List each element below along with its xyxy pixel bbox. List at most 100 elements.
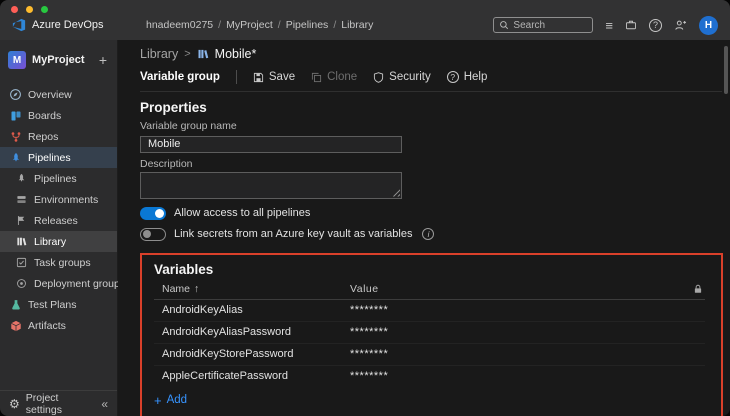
- help-icon[interactable]: ?: [649, 18, 662, 32]
- add-user-icon[interactable]: [674, 19, 687, 32]
- sidebar-item-library[interactable]: Library: [0, 231, 117, 252]
- table-row[interactable]: AndroidKeyStorePassword ********: [154, 344, 705, 366]
- flag-icon: [15, 214, 28, 227]
- sidebar-item-overview[interactable]: Overview: [0, 84, 117, 105]
- sidebar-item-artifacts[interactable]: Artifacts: [0, 315, 117, 336]
- window-controls: [11, 6, 48, 13]
- top-bar: Azure DevOps hnadeem0275 / MyProject / P…: [0, 0, 730, 40]
- sidebar-item-label: Pipelines: [28, 151, 71, 164]
- column-header-value[interactable]: Value: [350, 283, 683, 295]
- sidebar-item-task-groups[interactable]: Task groups: [0, 252, 117, 273]
- sidebar-item-label: Releases: [34, 214, 78, 227]
- compass-icon: [9, 88, 22, 101]
- link-secrets-toggle[interactable]: [140, 227, 166, 241]
- branch-icon: [9, 130, 22, 143]
- toolbar-divider: [235, 70, 237, 84]
- project-avatar: M: [8, 51, 26, 69]
- scrollbar-thumb[interactable]: [724, 46, 728, 94]
- column-header-name[interactable]: Name ↑: [154, 283, 350, 295]
- azure-devops-home-link[interactable]: Azure DevOps: [0, 18, 130, 32]
- variable-group-name-input[interactable]: [140, 135, 402, 153]
- briefcase-icon[interactable]: [625, 19, 637, 31]
- lock-icon: [683, 284, 705, 294]
- header-row: Azure DevOps hnadeem0275 / MyProject / P…: [0, 13, 730, 37]
- description-field: [140, 171, 402, 199]
- project-settings-link[interactable]: Project settings: [26, 392, 96, 416]
- rocket-icon: [9, 151, 22, 164]
- sidebar-item-test-plans[interactable]: Test Plans: [0, 294, 117, 315]
- sidebar-item-deployment-groups[interactable]: Deployment groups: [0, 273, 125, 294]
- checklist-icon: [15, 256, 28, 269]
- sidebar-item-pipelines[interactable]: Pipelines: [0, 168, 117, 189]
- variables-heading: Variables: [154, 261, 214, 277]
- clone-button[interactable]: Clone: [311, 71, 357, 83]
- security-button[interactable]: Security: [373, 71, 431, 83]
- variables-table: Name ↑ Value AndroidKeyAlias ******** An…: [154, 280, 705, 387]
- variable-value: ********: [350, 304, 389, 316]
- sidebar-nav: Overview Boards Repos Pipelines Pipeline…: [0, 84, 125, 336]
- annotation-highlight: Variables Name ↑ Value AndroidKeyAlias *…: [140, 252, 723, 416]
- save-button[interactable]: Save: [253, 71, 295, 83]
- minimize-window-button[interactable]: [26, 6, 33, 13]
- tab-variable-group[interactable]: Variable group: [140, 71, 220, 83]
- sidebar-item-label: Task groups: [34, 256, 91, 269]
- user-avatar[interactable]: H: [699, 15, 718, 35]
- variable-name: AndroidKeyAlias: [162, 304, 243, 316]
- allow-access-label: Allow access to all pipelines: [174, 207, 311, 219]
- add-project-icon[interactable]: +: [99, 52, 109, 68]
- breadcrumb-project[interactable]: MyProject: [226, 19, 273, 31]
- description-label: Description: [140, 157, 193, 170]
- save-icon: [253, 72, 264, 83]
- sidebar-footer: ⚙ Project settings «: [0, 390, 117, 416]
- link-secrets-label: Link secrets from an Azure key vault as …: [174, 228, 413, 240]
- boards-icon: [9, 109, 22, 122]
- sidebar-item-pipelines-section[interactable]: Pipelines: [0, 147, 117, 168]
- sidebar-item-boards[interactable]: Boards: [0, 105, 117, 126]
- page-breadcrumb: Library > Mobile*: [140, 47, 257, 61]
- close-window-button[interactable]: [11, 6, 18, 13]
- sidebar-item-label: Test Plans: [28, 298, 77, 311]
- variable-group-icon: [197, 48, 209, 60]
- question-icon: ?: [446, 71, 459, 83]
- sidebar-item-label: Pipelines: [34, 172, 77, 185]
- table-row[interactable]: AndroidKeyAliasPassword ********: [154, 322, 705, 344]
- breadcrumb-pipelines[interactable]: Pipelines: [286, 19, 329, 31]
- beaker-icon: [9, 298, 22, 311]
- breadcrumb-library[interactable]: Library: [341, 19, 373, 31]
- sidebar-item-environments[interactable]: Environments: [0, 189, 117, 210]
- header-breadcrumb: hnadeem0275 / MyProject / Pipelines / Li…: [146, 19, 374, 31]
- library-breadcrumb-link[interactable]: Library: [140, 47, 178, 61]
- header-actions: ≡ ? H: [493, 15, 730, 35]
- description-textarea[interactable]: [140, 171, 402, 199]
- search-box[interactable]: [493, 17, 594, 33]
- add-variable-button[interactable]: + Add: [154, 394, 187, 407]
- table-row[interactable]: AppleCertificatePassword ********: [154, 366, 705, 387]
- properties-heading: Properties: [140, 100, 207, 115]
- sidebar-item-repos[interactable]: Repos: [0, 126, 117, 147]
- variable-value: ********: [350, 348, 389, 360]
- marketplace-list-icon[interactable]: ≡: [605, 19, 613, 32]
- rocket-icon: [15, 172, 28, 185]
- search-input[interactable]: [513, 19, 588, 31]
- collapse-sidebar-button[interactable]: «: [101, 397, 108, 411]
- sidebar-item-releases[interactable]: Releases: [0, 210, 117, 231]
- breadcrumb-organization[interactable]: hnadeem0275: [146, 19, 213, 31]
- sidebar-item-label: Artifacts: [28, 319, 66, 332]
- toolbar: Variable group Save Clone Security ? Hel…: [140, 66, 722, 92]
- app-window: Azure DevOps hnadeem0275 / MyProject / P…: [0, 0, 730, 416]
- allow-access-toggle[interactable]: [140, 206, 166, 220]
- main-content: Library > Mobile* Variable group Save Cl…: [118, 40, 730, 416]
- help-button[interactable]: ? Help: [446, 71, 487, 83]
- sidebar: M MyProject + Overview Boards Repos Pipe…: [0, 40, 125, 416]
- sidebar-item-label: Library: [34, 235, 67, 248]
- project-switcher[interactable]: M MyProject +: [0, 48, 117, 72]
- zoom-window-button[interactable]: [41, 6, 48, 13]
- clone-icon: [311, 72, 322, 83]
- server-icon: [15, 193, 28, 206]
- gear-icon: ⚙: [9, 396, 20, 411]
- shield-icon: [373, 71, 384, 83]
- page-title: Mobile*: [214, 47, 257, 61]
- target-icon: [15, 277, 28, 290]
- info-icon[interactable]: i: [422, 228, 435, 240]
- table-row[interactable]: AndroidKeyAlias ********: [154, 300, 705, 322]
